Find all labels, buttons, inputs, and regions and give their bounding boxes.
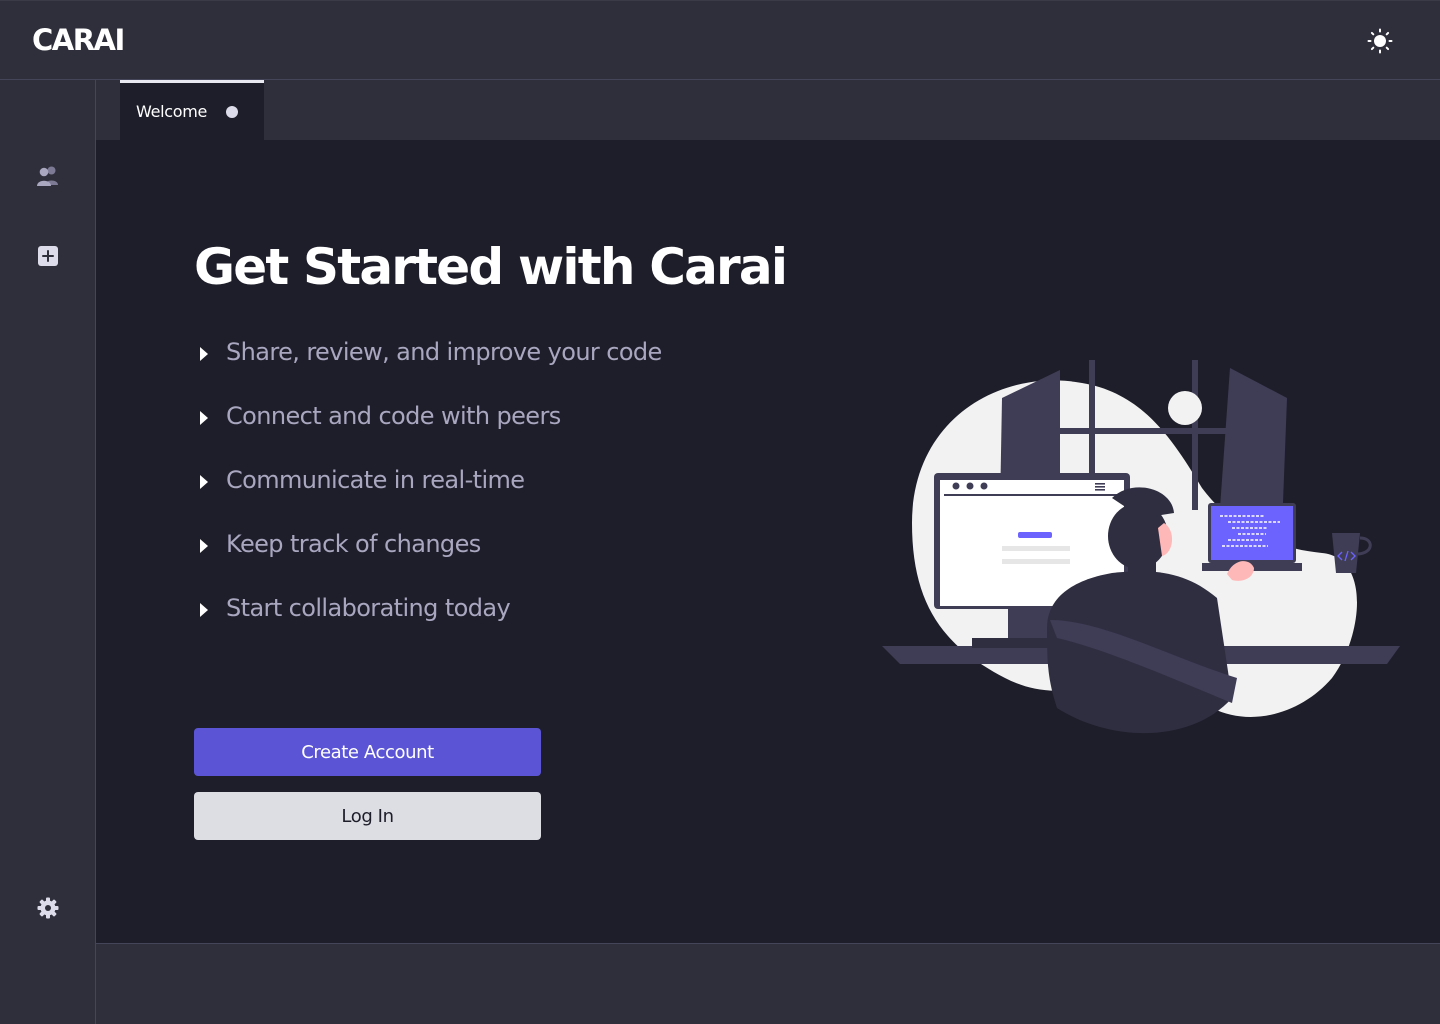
- log-in-button[interactable]: Log In: [194, 792, 541, 840]
- app-logo: CARAI: [32, 23, 125, 57]
- sidebar-item-new[interactable]: [32, 240, 64, 272]
- status-bar: [96, 945, 1440, 1024]
- feature-text: Share, review, and improve your code: [226, 338, 662, 366]
- list-item: Start collaborating today: [200, 594, 662, 658]
- feature-text: Start collaborating today: [226, 594, 511, 622]
- create-account-button[interactable]: Create Account: [194, 728, 541, 776]
- feature-text: Communicate in real-time: [226, 466, 525, 494]
- sidebar: [0, 80, 96, 1024]
- caret-right-icon: [200, 530, 226, 557]
- top-bar: CARAI: [0, 0, 1440, 80]
- sidebar-item-users[interactable]: [32, 160, 64, 192]
- developer-illustration: [882, 360, 1400, 734]
- feature-text: Connect and code with peers: [226, 402, 561, 430]
- page-title: Get Started with Carai: [194, 238, 788, 296]
- tab-label: Welcome: [136, 102, 208, 121]
- caret-right-icon: [200, 338, 226, 365]
- plus-square-icon: [38, 246, 58, 266]
- caret-right-icon: [200, 402, 226, 429]
- feature-text: Keep track of changes: [226, 530, 481, 558]
- users-icon: [37, 166, 58, 186]
- caret-right-icon: [200, 594, 226, 621]
- list-item: Connect and code with peers: [200, 402, 662, 466]
- feature-list: Share, review, and improve your code Con…: [200, 338, 662, 658]
- sun-icon: [1367, 28, 1393, 54]
- tab-welcome[interactable]: Welcome: [120, 80, 264, 140]
- list-item: Communicate in real-time: [200, 466, 662, 530]
- list-item: Share, review, and improve your code: [200, 338, 662, 402]
- gear-icon: [37, 897, 59, 919]
- caret-right-icon: [200, 466, 226, 493]
- theme-toggle-button[interactable]: [1364, 25, 1396, 57]
- main-panel: Get Started with Carai Share, review, an…: [96, 140, 1440, 944]
- sidebar-item-settings[interactable]: [32, 892, 64, 924]
- unsaved-indicator-icon: [226, 106, 238, 118]
- tab-bar: Welcome: [96, 80, 1440, 140]
- list-item: Keep track of changes: [200, 530, 662, 594]
